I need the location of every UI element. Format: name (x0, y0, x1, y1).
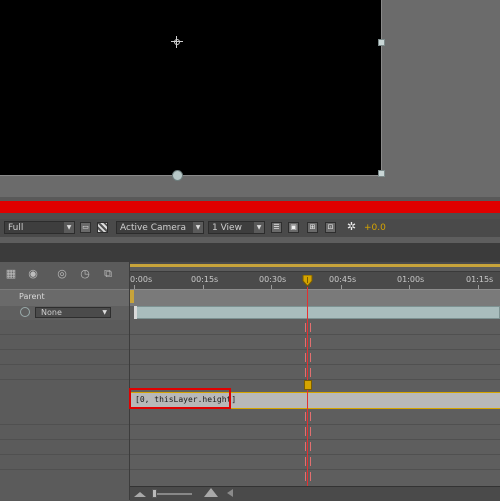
keyframe-marker[interactable] (305, 338, 311, 347)
keyframe-marker[interactable] (305, 442, 311, 451)
keyframe-marker[interactable] (305, 368, 311, 377)
chevron-down-icon: ▼ (64, 222, 74, 233)
keyframe-marker[interactable] (305, 412, 311, 421)
scroll-left-icon[interactable] (226, 489, 234, 497)
keyframe-marker[interactable] (305, 427, 311, 436)
row-divider (130, 334, 500, 335)
layer-handle-top-right[interactable] (378, 39, 385, 46)
camera-value: Active Camera (120, 223, 187, 233)
ruler-label: 0:00s (130, 275, 153, 284)
eye-icon[interactable] (20, 307, 30, 317)
row-divider (130, 349, 500, 350)
keyframe-marker[interactable] (305, 472, 311, 481)
ruler-label: 00:45s (329, 275, 357, 284)
motion-blur-icon[interactable]: ◉ (25, 266, 41, 282)
keyframe-marker[interactable] (305, 353, 311, 362)
stopwatch-icon[interactable]: ◷ (77, 266, 93, 282)
ruler-label: 01:00s (397, 275, 425, 284)
work-area-range[interactable] (130, 264, 500, 267)
viewer-toolbar: Full ▼ ▭ Active Camera ▼ 1 View ▼ ☰ ▣ ⊞ … (0, 219, 500, 238)
zoom-slider-thumb[interactable] (152, 489, 157, 498)
row-divider (0, 454, 129, 455)
camera-dropdown[interactable]: Active Camera ▼ (116, 221, 204, 234)
row-divider (0, 379, 129, 380)
row-divider (0, 469, 129, 470)
row-divider (130, 364, 500, 365)
comp-start-marker (130, 290, 134, 303)
anchor-point-icon[interactable] (171, 36, 183, 48)
layer-origin-handle[interactable] (172, 170, 183, 181)
row-divider (130, 469, 500, 470)
composition-icon[interactable]: ▦ (3, 266, 19, 282)
row-divider (0, 439, 129, 440)
region-of-interest-icon[interactable]: ▭ (80, 222, 91, 233)
parent-value: None (41, 308, 62, 317)
row-divider (130, 379, 500, 380)
frame-blend-icon[interactable]: ⧉ (100, 266, 116, 282)
row-divider (130, 439, 500, 440)
keyframe-marker[interactable] (305, 323, 311, 332)
timeline-tab-bar (0, 243, 500, 263)
current-time-indicator-line[interactable] (307, 287, 308, 500)
current-time-indicator-icon[interactable] (302, 275, 313, 287)
ruler-label: 00:30s (259, 275, 287, 284)
chevron-down-icon: ▼ (102, 309, 107, 316)
row-divider (0, 424, 129, 425)
fast-preview-icon[interactable]: ▣ (288, 222, 299, 233)
views-value: 1 View (212, 223, 242, 233)
keyframe-marker-selected[interactable] (304, 380, 312, 390)
toggle-pixel-aspect-icon[interactable]: ☰ (271, 222, 282, 233)
composition-canvas[interactable] (0, 0, 382, 176)
layer-handle-bottom-right[interactable] (378, 170, 385, 177)
resolution-dropdown[interactable]: Full ▼ (4, 221, 75, 234)
flowchart-icon[interactable]: ⊡ (325, 222, 336, 233)
views-dropdown[interactable]: 1 View ▼ (208, 221, 265, 234)
layer-duration-bar[interactable] (134, 306, 500, 319)
resolution-value: Full (8, 223, 24, 233)
graph-editor-icon[interactable]: ◎ (54, 266, 70, 282)
highlight-bar (0, 201, 500, 213)
chevron-down-icon: ▼ (193, 222, 203, 233)
transparency-grid-icon[interactable] (97, 222, 108, 233)
row-divider (130, 454, 500, 455)
zoom-in-icon[interactable] (204, 487, 218, 497)
timeline-icon[interactable]: ⊞ (307, 222, 318, 233)
zoom-slider-track[interactable] (154, 493, 192, 495)
chevron-down-icon: ▼ (254, 222, 264, 233)
ruler-label: 00:15s (191, 275, 219, 284)
zoom-out-icon[interactable] (134, 489, 146, 497)
ruler-label: 01:15s (466, 275, 494, 284)
comp-navigator-row[interactable] (130, 289, 500, 306)
timeline-switches: ▦ ◉ ◎ ◷ ⧉ (0, 262, 129, 288)
expression-highlight (129, 388, 231, 409)
exposure-value[interactable]: +0.0 (364, 223, 386, 233)
row-divider (130, 424, 500, 425)
parent-dropdown[interactable]: None ▼ (35, 307, 111, 318)
keyframe-marker[interactable] (305, 457, 311, 466)
layer-in-point[interactable] (134, 306, 137, 319)
row-divider (0, 364, 129, 365)
row-divider (0, 349, 129, 350)
parent-column-label: Parent (19, 292, 45, 301)
row-divider (0, 334, 129, 335)
exposure-icon[interactable]: ✲ (346, 221, 357, 233)
